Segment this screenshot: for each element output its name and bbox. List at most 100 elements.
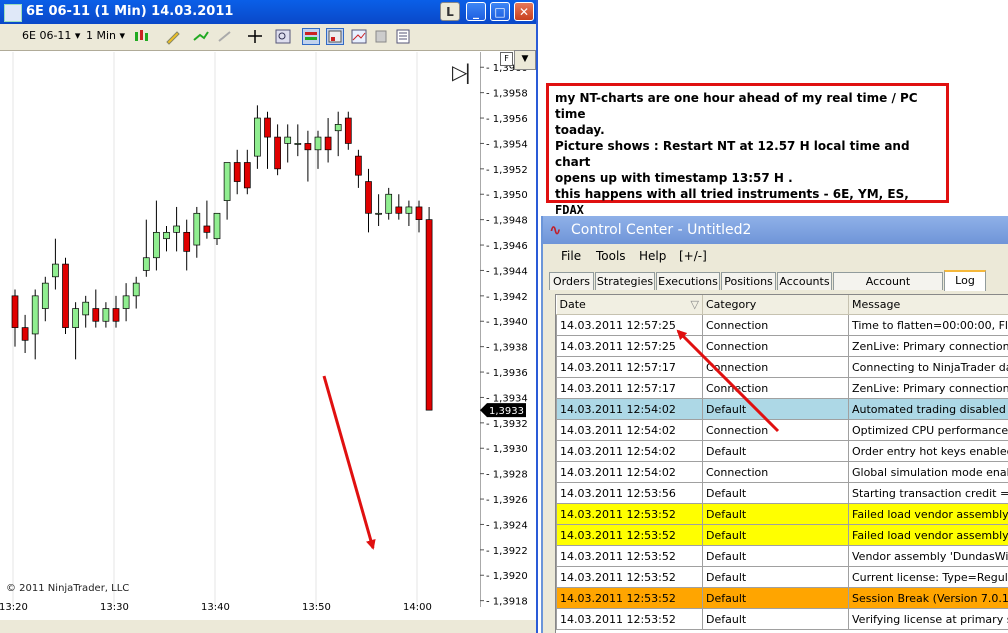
data-box-icon[interactable] [350, 28, 368, 45]
column-header-message[interactable]: Message [848, 295, 1008, 315]
link-button[interactable]: L [440, 2, 460, 21]
log-cell-message: Session Break (Version 7.0.1000 [848, 587, 1008, 609]
log-cell-date: 14.03.2011 12:57:25 [556, 335, 703, 357]
log-row[interactable]: 14.03.2011 12:54:02 Connection Global simu… [556, 461, 1008, 483]
log-cell-category: Default [702, 545, 849, 567]
chart-style-icon[interactable] [132, 28, 150, 45]
strategy-icon[interactable] [216, 28, 234, 45]
candle-down [183, 231, 191, 252]
tab-account-performance[interactable]: Account Performance [833, 272, 943, 306]
price-tick-label: - 1,3934 [486, 393, 528, 404]
log-row[interactable]: 14.03.2011 12:57:17 Connection ZenLive: Pr… [556, 377, 1008, 399]
log-row[interactable]: 14.03.2011 12:53:52 Default Failed load ve… [556, 524, 1008, 546]
order-entry-icon[interactable] [326, 28, 344, 45]
candle-down [21, 327, 29, 341]
candle-down [324, 136, 332, 151]
price-tick-label: - 1,3920 [486, 571, 528, 582]
log-cell-message: Failed load vendor assembly 'C: [848, 524, 1008, 546]
candle-up [314, 136, 322, 151]
log-row[interactable]: 14.03.2011 12:53:52 Default Failed load ve… [556, 503, 1008, 525]
candle-down [344, 117, 352, 144]
log-cell-date: 14.03.2011 12:57:17 [556, 377, 703, 399]
chart-title-bar[interactable]: 6E 06-11 (1 Min) 14.03.2011 L _ □ ✕ [0, 0, 536, 24]
tab-strategies[interactable]: Strategies [595, 272, 655, 290]
chart-trader-icon[interactable] [302, 28, 320, 45]
log-cell-message: Connecting to NinjaTrader data [848, 356, 1008, 378]
tab-accounts[interactable]: Accounts [777, 272, 832, 290]
log-row[interactable]: 14.03.2011 12:57:17 Connection Connecting … [556, 356, 1008, 378]
maximize-button[interactable]: □ [490, 2, 510, 21]
log-cell-category: Connection [702, 377, 849, 399]
menu-tools[interactable]: Tools [596, 249, 626, 263]
menu-help[interactable]: Help [639, 249, 666, 263]
price-axis[interactable]: - 1,3960- 1,3958- 1,3956- 1,3954- 1,3952… [480, 52, 536, 607]
candle-down [203, 225, 211, 233]
log-cell-category: Default [702, 440, 849, 462]
properties-icon[interactable] [394, 28, 412, 45]
price-tick-label: - 1,3922 [486, 546, 528, 557]
log-cell-date: 14.03.2011 12:54:02 [556, 440, 703, 462]
log-row[interactable]: 14.03.2011 12:54:02 Connection Optimized C… [556, 419, 1008, 441]
control-center-title: Control Center - Untitled2 [571, 222, 752, 238]
tab-executions[interactable]: Executions [656, 272, 720, 290]
pencil-draw-icon[interactable] [164, 28, 182, 45]
log-row[interactable]: 14.03.2011 12:53:52 Default Verifying lice… [556, 608, 1008, 630]
panel-dropdown-button[interactable]: ▼ [514, 50, 536, 70]
candle-down [11, 295, 19, 328]
note-line-3: Picture shows : Restart NT at 12.57 H lo… [555, 139, 910, 169]
copyright-text: © 2011 NinjaTrader, LLC [6, 583, 130, 594]
candle-up [142, 257, 150, 271]
price-tick-label: - 1,3940 [486, 317, 528, 328]
log-row[interactable]: 14.03.2011 12:53:52 Default Vendor assembl… [556, 545, 1008, 567]
note-line-5: this happens with all tried instruments … [555, 186, 940, 218]
log-cell-category: Default [702, 482, 849, 504]
log-cell-category: Default [702, 566, 849, 588]
log-cell-date: 14.03.2011 12:53:52 [556, 524, 703, 546]
log-cell-date: 14.03.2011 12:54:02 [556, 461, 703, 483]
log-cell-message: ZenLive: Primary connection=Co [848, 377, 1008, 399]
control-center-title-bar[interactable]: ∿ Control Center - Untitled2 [543, 216, 1008, 244]
price-tick-label: - 1,3936 [486, 368, 528, 379]
log-row[interactable]: 14.03.2011 12:54:02 Default Order entry ho… [556, 440, 1008, 462]
play-forward-icon[interactable]: ▷| [452, 60, 471, 84]
instrument-selector[interactable]: 6E 06-11 ▾ [22, 29, 80, 42]
column-header-date[interactable]: Date ▽ [556, 295, 703, 315]
candle-up [72, 308, 79, 328]
log-row[interactable]: 14.03.2011 12:57:25 Connection Time to fla… [556, 314, 1008, 336]
price-plot-area[interactable] [4, 52, 480, 607]
log-row[interactable]: 14.03.2011 12:57:25 Connection ZenLive: Pr… [556, 335, 1008, 357]
add-indicator-icon[interactable] [192, 28, 210, 45]
tab-orders[interactable]: Orders [549, 272, 594, 290]
f-button[interactable]: F [500, 52, 513, 66]
instrument-label: 6E 06-11 [22, 29, 72, 42]
log-cell-message: Optimized CPU performance ena [848, 419, 1008, 441]
interval-selector[interactable]: 1 Min ▾ [86, 29, 125, 42]
log-cell-category: Default [702, 398, 849, 420]
log-row[interactable]: 14.03.2011 12:53:56 Default Starting trans… [556, 482, 1008, 504]
menu-file[interactable]: File [561, 249, 581, 263]
tab-log[interactable]: Log [944, 270, 986, 291]
time-tick-label: 13:20 [0, 602, 28, 613]
close-button[interactable]: ✕ [514, 2, 534, 21]
tab-positions[interactable]: Positions [721, 272, 776, 290]
crosshair-icon[interactable] [246, 28, 264, 45]
time-tick-label: 14:00 [403, 602, 432, 613]
horizontal-scrollbar[interactable] [0, 620, 536, 633]
zoom-icon[interactable] [274, 28, 292, 45]
candle-down [243, 162, 251, 189]
log-cell-date: 14.03.2011 12:53:52 [556, 503, 703, 525]
candle-up [284, 136, 292, 144]
candle-up [173, 225, 180, 233]
snapshot-icon[interactable] [372, 28, 390, 45]
candle-down [365, 181, 372, 214]
chart-window: 6E 06-11 (1 Min) 14.03.2011 L _ □ ✕ 6E 0… [0, 0, 538, 633]
log-row[interactable]: 14.03.2011 12:54:02 Default Automated trad… [556, 398, 1008, 420]
time-tick-label: 13:30 [100, 602, 129, 613]
log-row[interactable]: 14.03.2011 12:53:52 Default Current licens… [556, 566, 1008, 588]
minimize-button[interactable]: _ [466, 2, 486, 21]
log-row[interactable]: 14.03.2011 12:53:52 Default Session Break … [556, 587, 1008, 609]
menu-expand[interactable]: [+/-] [679, 249, 707, 263]
price-tick-label: - 1,3952 [486, 165, 528, 176]
candle-down [233, 162, 241, 182]
column-header-category[interactable]: Category [702, 295, 849, 315]
